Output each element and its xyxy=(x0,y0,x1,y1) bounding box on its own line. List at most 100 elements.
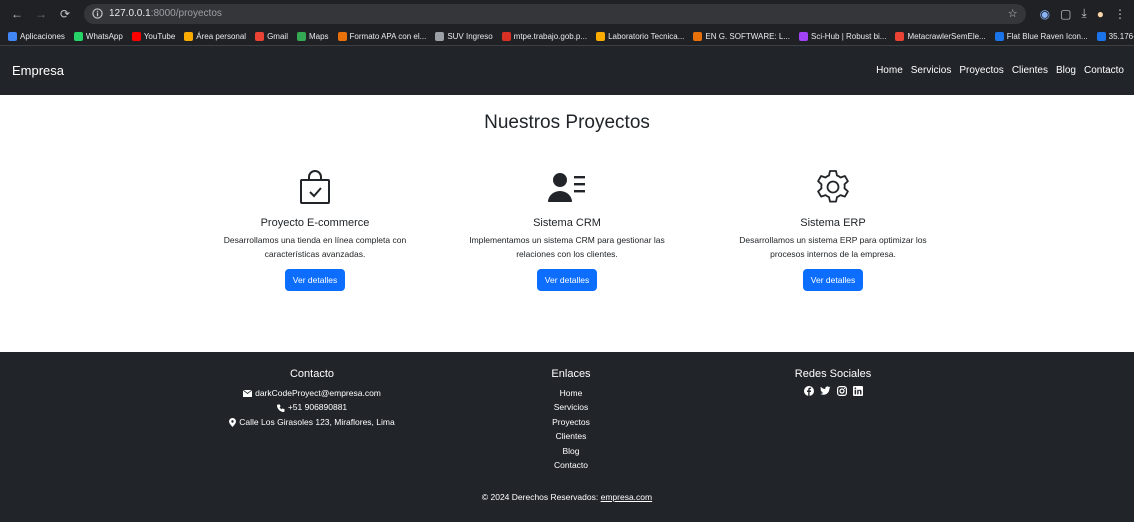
instagram-icon[interactable] xyxy=(836,386,847,396)
project-title: Sistema CRM xyxy=(533,217,601,229)
nav-link-clientes[interactable]: Clientes xyxy=(1012,65,1048,76)
project-card-crm: Sistema CRM Implementamos un sistema CRM… xyxy=(432,167,702,291)
envelope-icon xyxy=(243,389,253,397)
person-lines-icon xyxy=(548,173,585,202)
address-bar[interactable]: 127.0.0.1 :8000/proyectos ☆ xyxy=(84,3,1026,24)
bookmark-favicon-icon xyxy=(501,31,511,41)
project-card-ecommerce: Proyecto E-commerce Desarrollamos una ti… xyxy=(180,167,450,291)
copyright: © 2024 Derechos Reservados: empresa.com xyxy=(0,492,1134,502)
footer-links-title: Enlaces xyxy=(551,368,591,380)
project-description: Desarrollamos un sistema ERP para optimi… xyxy=(739,235,927,259)
bookmark-favicon-icon xyxy=(184,31,194,41)
bookmark-item[interactable]: Flat Blue Raven Icon... xyxy=(994,31,1088,41)
bookmark-item[interactable]: Formato APA con el... xyxy=(337,31,427,41)
browser-chrome: ← → ⟳ 127.0.0.1 :8000/proyectos ☆ ◉ ▢ ⤓ … xyxy=(0,0,1134,46)
phone-icon xyxy=(276,404,285,412)
bookmark-favicon-icon xyxy=(693,31,703,41)
copyright-text: © 2024 Derechos Reservados: xyxy=(481,492,599,502)
bookmark-item[interactable]: YouTube xyxy=(131,31,175,41)
bookmark-label: Laboratorio Tecnica... xyxy=(608,31,685,41)
footer-link-clientes[interactable]: Clientes xyxy=(531,429,611,443)
bookmark-item[interactable]: Área personal xyxy=(184,31,246,41)
bookmark-label: MetacrawlerSemEle... xyxy=(907,31,986,41)
footer-social-title: Redes Sociales xyxy=(794,368,872,380)
project-card-erp: Sistema ERP Desarrollamos un sistema ERP… xyxy=(698,167,968,291)
bookmark-favicon-icon xyxy=(337,31,347,41)
bookmark-label: WhatsApp xyxy=(85,31,123,41)
bookmark-item[interactable]: SUV Ingreso xyxy=(435,31,493,41)
facebook-icon[interactable] xyxy=(803,386,814,396)
bookmark-item[interactable]: 35.176+ Fotos y Im... xyxy=(1096,31,1134,41)
nav-link-blog[interactable]: Blog xyxy=(1056,65,1076,76)
bookmark-label: 35.176+ Fotos y Im... xyxy=(1108,31,1134,41)
bookmark-label: Sci-Hub | Robust bi... xyxy=(811,31,887,41)
contact-phone: +51 906890881 xyxy=(287,402,348,413)
brand-logo-text[interactable]: Empresa xyxy=(12,63,64,78)
footer-link-servicios[interactable]: Servicios xyxy=(531,400,611,414)
bookmark-favicon-icon xyxy=(435,31,445,41)
contact-address-line: Calle Los Girasoles 123, Miraflores, Lim… xyxy=(212,415,412,429)
nav-link-contacto[interactable]: Contacto xyxy=(1084,65,1124,76)
copyright-link[interactable]: empresa.com xyxy=(601,492,653,502)
page-title: Nuestros Proyectos xyxy=(484,112,650,133)
nav-link-proyectos[interactable]: Proyectos xyxy=(959,65,1003,76)
bag-check-icon xyxy=(300,170,330,204)
bookmark-favicon-icon xyxy=(255,31,265,41)
bookmark-label: Flat Blue Raven Icon... xyxy=(1006,31,1088,41)
contact-email: darkCodeProyect@empresa.com xyxy=(255,388,381,398)
bookmark-label: Maps xyxy=(308,31,329,41)
browser-toolbar: ← → ⟳ 127.0.0.1 :8000/proyectos ☆ ◉ ▢ ⤓ … xyxy=(0,0,1134,27)
bookmark-item[interactable]: WhatsApp xyxy=(73,31,123,41)
bookmark-label: EN G. SOFTWARE: L... xyxy=(705,31,791,41)
bookmark-label: Aplicaciones xyxy=(20,31,65,41)
ver-detalles-button[interactable]: Ver detalles xyxy=(536,269,598,291)
bookmark-favicon-icon xyxy=(994,31,1004,41)
extensions-puzzle-icon[interactable]: ▢ xyxy=(1060,7,1071,21)
gear-icon xyxy=(817,170,849,203)
download-icon[interactable]: ⤓ xyxy=(1081,6,1086,21)
footer-links: Enlaces Home Servicios Proyectos Cliente… xyxy=(531,368,611,472)
contact-address: Calle Los Girasoles 123, Miraflores, Lim… xyxy=(239,416,395,427)
twitter-icon[interactable] xyxy=(819,386,831,396)
bookmark-star-icon[interactable]: ☆ xyxy=(1008,7,1018,20)
footer-social: Redes Sociales xyxy=(773,368,893,396)
ver-detalles-button[interactable]: Ver detalles xyxy=(802,269,864,291)
contact-phone-line: +51 906890881 xyxy=(212,400,412,414)
nav-link-servicios[interactable]: Servicios xyxy=(911,65,952,76)
nav-link-home[interactable]: Home xyxy=(876,65,903,76)
reload-icon[interactable]: ⟳ xyxy=(56,5,74,23)
project-description: Desarrollamos una tienda en línea comple… xyxy=(223,235,407,259)
bookmark-label: Gmail xyxy=(267,31,288,41)
bookmark-item[interactable]: Laboratorio Tecnica... xyxy=(596,31,685,41)
bookmark-favicon-icon xyxy=(1096,31,1106,41)
bookmark-favicon-icon xyxy=(799,31,809,41)
footer-link-proyectos[interactable]: Proyectos xyxy=(531,415,611,429)
projects-section: Nuestros Proyectos Proyecto E-commerce D… xyxy=(0,95,1134,352)
bookmark-item[interactable]: mtpe.trabajo.gob.p... xyxy=(501,31,587,41)
bookmark-label: Formato APA con el... xyxy=(349,31,427,41)
footer-contact-title: Contacto xyxy=(289,368,335,380)
site-info-icon[interactable] xyxy=(92,8,103,19)
profile-avatar-icon[interactable]: ● xyxy=(1097,7,1104,21)
footer-link-blog[interactable]: Blog xyxy=(531,444,611,458)
bookmark-item[interactable]: MetacrawlerSemEle... xyxy=(895,31,986,41)
forward-icon[interactable]: → xyxy=(32,5,50,23)
site-navbar: Empresa Home Servicios Proyectos Cliente… xyxy=(0,46,1134,95)
bookmark-item[interactable]: Maps xyxy=(296,31,329,41)
extension-icon[interactable]: ◉ xyxy=(1040,7,1050,21)
back-icon[interactable]: ← xyxy=(8,5,26,23)
bookmark-favicon-icon xyxy=(596,31,606,41)
bookmark-item[interactable]: Gmail xyxy=(255,31,288,41)
bookmarks-bar: Aplicaciones WhatsApp YouTube Área personal… xyxy=(0,27,1134,46)
nav-links: Home Servicios Proyectos Clientes Blog C… xyxy=(876,65,1124,76)
bookmark-item[interactable]: EN G. SOFTWARE: L... xyxy=(693,31,791,41)
footer-link-contacto[interactable]: Contacto xyxy=(531,458,611,472)
bookmark-item[interactable]: Sci-Hub | Robust bi... xyxy=(799,31,887,41)
project-title: Sistema ERP xyxy=(800,217,866,229)
bookmark-item[interactable]: Aplicaciones xyxy=(8,31,65,41)
ver-detalles-button[interactable]: Ver detalles xyxy=(284,269,346,291)
linkedin-icon[interactable] xyxy=(852,386,863,396)
project-description: Implementamos un sistema CRM para gestio… xyxy=(469,235,665,259)
footer-link-home[interactable]: Home xyxy=(531,386,611,400)
browser-menu-icon[interactable]: ⋮ xyxy=(1114,7,1126,21)
